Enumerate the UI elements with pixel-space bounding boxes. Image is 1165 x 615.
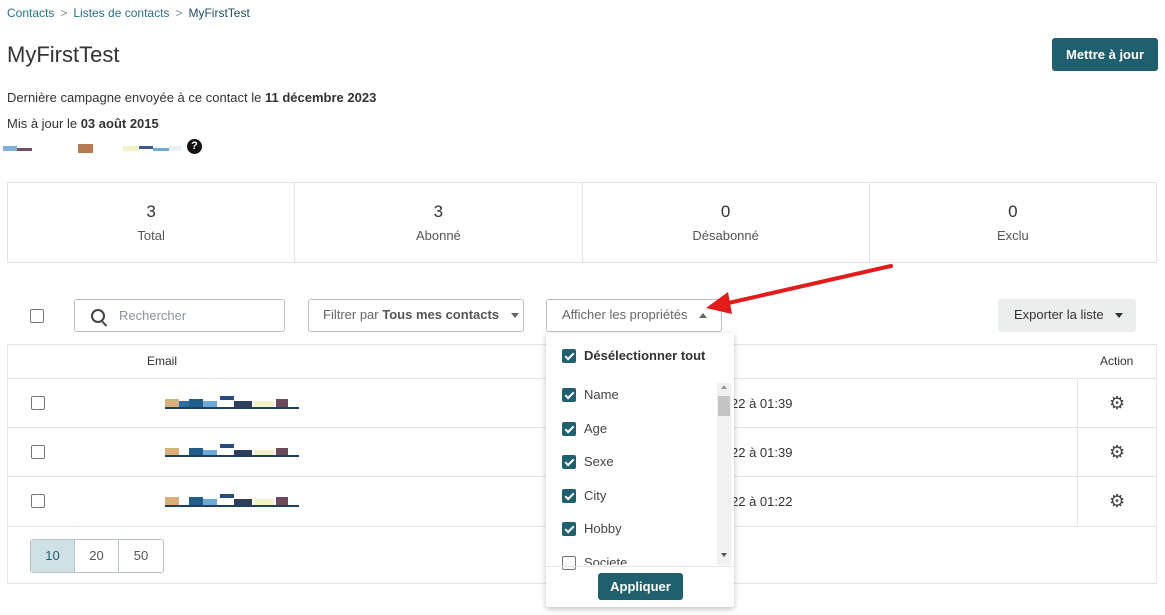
- export-label: Exporter la liste: [1014, 307, 1104, 322]
- caret-down-icon: [510, 313, 519, 319]
- caret-down-icon: [1115, 313, 1124, 319]
- property-label-societe[interactable]: Societe: [584, 555, 627, 565]
- last-campaign-info: Dernière campagne envoyée à ce contact l…: [7, 90, 376, 105]
- row-checkbox[interactable]: [31, 494, 45, 508]
- breadcrumb-current: MyFirstTest: [188, 6, 250, 20]
- stat-value: 3: [146, 202, 156, 221]
- stat-label: Abonné: [415, 228, 461, 243]
- help-icon[interactable]: ?: [187, 139, 202, 154]
- dropdown-scrollbar-thumb[interactable]: [718, 396, 730, 416]
- property-checkbox-hobby[interactable]: [562, 522, 576, 536]
- row-date: 22 à 01:39: [731, 396, 793, 411]
- breadcrumb-separator: >: [60, 6, 68, 20]
- search-input[interactable]: Rechercher: [74, 299, 285, 332]
- page-size-50[interactable]: 50: [119, 540, 163, 572]
- campaign-date: 11 décembre 2023: [265, 90, 377, 105]
- column-header-email[interactable]: Email: [147, 354, 177, 368]
- row-date: 22 à 01:22: [731, 494, 793, 509]
- scroll-up-icon[interactable]: [721, 385, 727, 389]
- property-checkbox-name[interactable]: [562, 388, 576, 402]
- properties-dropdown-button[interactable]: Afficher les propriétés: [546, 299, 722, 332]
- action-column-divider: [1077, 379, 1078, 526]
- row-checkbox[interactable]: [31, 396, 45, 410]
- stat-unsubscribed: 0 Désabonné: [583, 183, 870, 262]
- stat-value: 0: [720, 202, 731, 221]
- gear-icon[interactable]: ⚙: [1109, 491, 1125, 512]
- property-checkbox-societe[interactable]: [562, 556, 576, 570]
- deselect-all-checkbox[interactable]: [562, 349, 576, 363]
- breadcrumb-lists[interactable]: Listes de contacts: [73, 6, 169, 20]
- property-label-city[interactable]: City: [584, 488, 606, 503]
- property-label-age[interactable]: Age: [584, 421, 607, 436]
- breadcrumb-separator: >: [175, 6, 183, 20]
- scroll-down-icon[interactable]: [721, 553, 727, 557]
- update-button[interactable]: Mettre à jour: [1052, 38, 1158, 71]
- properties-label: Afficher les propriétés: [562, 307, 688, 322]
- stat-subscribed: 3 Abonné: [295, 183, 583, 262]
- property-label-sexe[interactable]: Sexe: [584, 454, 614, 469]
- row-checkbox[interactable]: [31, 445, 45, 459]
- search-placeholder: Rechercher: [119, 308, 187, 323]
- page-size-selector: 10 20 50: [30, 539, 164, 573]
- stats-panel: 3 Total 3 Abonné 0 Désabonné 0 Exclu: [7, 182, 1157, 263]
- page-size-20[interactable]: 20: [75, 540, 119, 572]
- column-header-action: Action: [1100, 354, 1134, 368]
- property-checkbox-sexe[interactable]: [562, 455, 576, 469]
- campaign-prefix: Dernière campagne envoyée à ce contact l…: [7, 90, 262, 105]
- filter-dropdown[interactable]: Filtrer par Tous mes contacts: [308, 299, 524, 332]
- stat-excluded: 0 Exclu: [870, 183, 1156, 262]
- stat-value: 0: [1008, 202, 1018, 221]
- gear-icon[interactable]: ⚙: [1109, 393, 1125, 414]
- updated-prefix: Mis à jour le: [7, 116, 78, 131]
- property-label-hobby[interactable]: Hobby: [584, 521, 622, 536]
- page-size-10[interactable]: 10: [31, 540, 75, 572]
- stat-value: 3: [433, 202, 444, 221]
- export-button[interactable]: Exporter la liste: [998, 299, 1136, 332]
- gear-icon[interactable]: ⚙: [1109, 442, 1125, 463]
- dropdown-footer-divider: [546, 566, 734, 567]
- stat-total: 3 Total: [8, 183, 296, 262]
- apply-button[interactable]: Appliquer: [598, 573, 683, 600]
- stat-label: Total: [137, 228, 165, 243]
- filter-prefix: Filtrer par: [323, 307, 379, 322]
- stat-label: Exclu: [996, 228, 1029, 243]
- filter-value: Tous mes contacts: [382, 307, 500, 322]
- property-label-name[interactable]: Name: [584, 387, 619, 402]
- deselect-all-label[interactable]: Désélectionner tout: [584, 348, 705, 363]
- page-title: MyFirstTest: [7, 42, 120, 67]
- select-all-checkbox[interactable]: [30, 309, 44, 323]
- search-icon: [91, 309, 105, 323]
- stat-label: Désabonné: [692, 228, 759, 243]
- row-date: 22 à 01:39: [731, 445, 793, 460]
- updated-info: Mis à jour le 03 août 2015: [7, 116, 159, 131]
- breadcrumb-contacts[interactable]: Contacts: [7, 6, 54, 20]
- annotation-arrow: [706, 264, 893, 314]
- property-checkbox-age[interactable]: [562, 422, 576, 436]
- updated-date: 03 août 2015: [80, 116, 159, 131]
- property-checkbox-city[interactable]: [562, 489, 576, 503]
- breadcrumb: Contacts > Listes de contacts > MyFirstTest: [7, 6, 250, 20]
